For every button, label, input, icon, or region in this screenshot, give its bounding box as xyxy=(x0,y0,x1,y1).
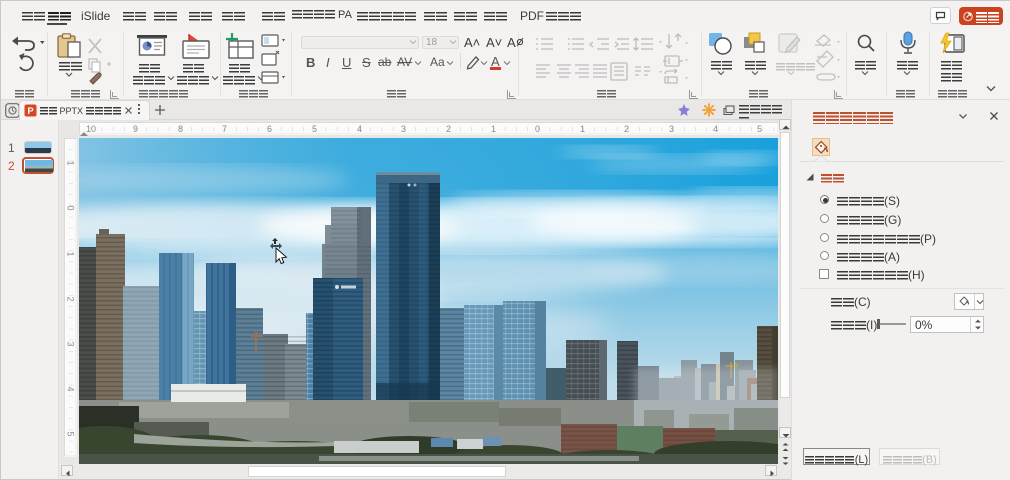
svg-text:P: P xyxy=(27,106,34,117)
